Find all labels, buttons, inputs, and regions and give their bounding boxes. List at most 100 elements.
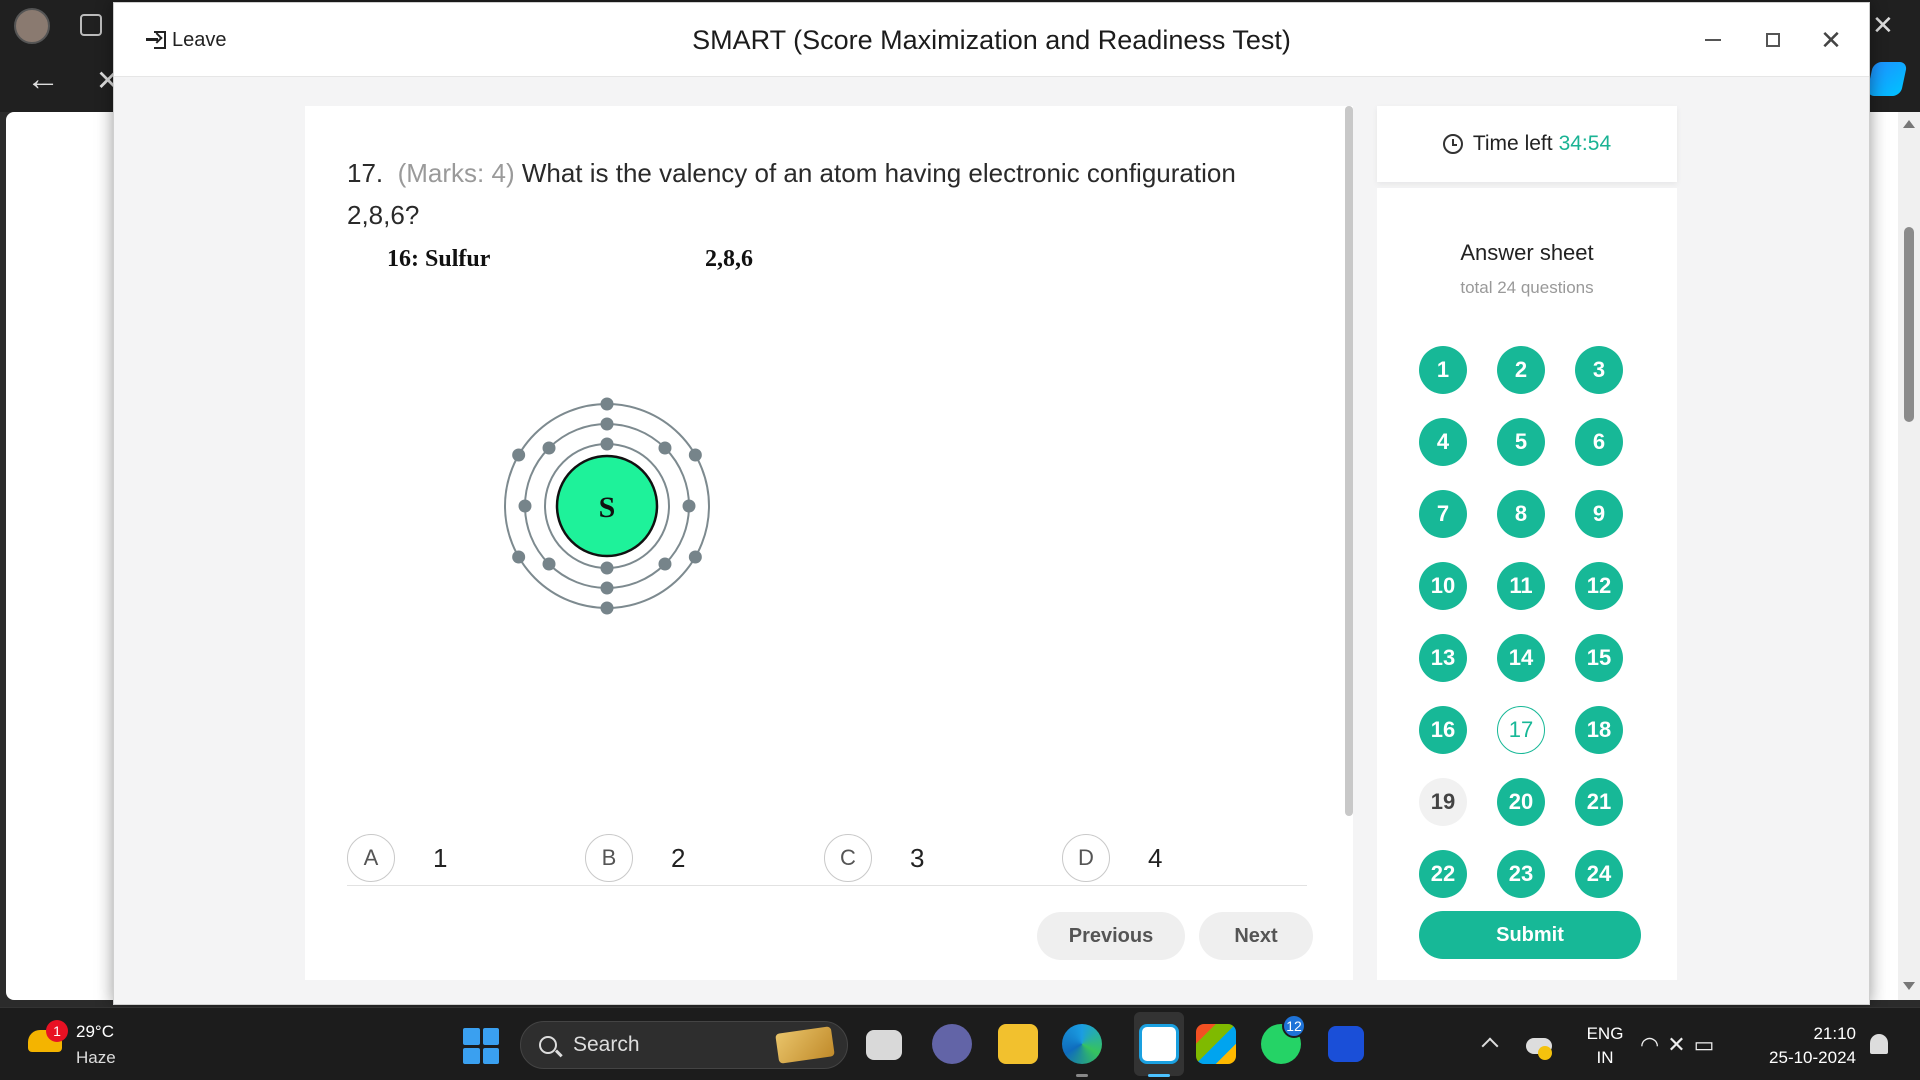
- option-value[interactable]: 2: [671, 843, 685, 874]
- search-label: Search: [573, 1033, 640, 1056]
- question-scrollbar-thumb[interactable]: [1345, 106, 1353, 816]
- profile-avatar[interactable]: [14, 8, 50, 44]
- notification-bell-icon[interactable]: [1870, 1034, 1888, 1054]
- question-bubble-2[interactable]: 2: [1497, 346, 1545, 394]
- background-page-right: [1868, 112, 1898, 1000]
- question-bubble-1[interactable]: 1: [1419, 346, 1467, 394]
- question-bubble-5[interactable]: 5: [1497, 418, 1545, 466]
- question-bubble-8[interactable]: 8: [1497, 490, 1545, 538]
- option-b[interactable]: B 2: [585, 834, 685, 882]
- browser-scrollbar[interactable]: [1898, 112, 1920, 1000]
- electron: [600, 417, 614, 431]
- previous-button[interactable]: Previous: [1037, 912, 1185, 960]
- weather-description[interactable]: Haze: [76, 1048, 116, 1068]
- wifi-icon[interactable]: ◠: [1640, 1032, 1667, 1057]
- minimize-button[interactable]: [1700, 27, 1726, 53]
- option-letter[interactable]: D: [1062, 834, 1110, 882]
- timer-card: Time left 34:54: [1377, 106, 1677, 182]
- question-bubble-22[interactable]: 22: [1419, 850, 1467, 898]
- question-bubble-15[interactable]: 15: [1575, 634, 1623, 682]
- electron: [688, 550, 702, 564]
- minimize-icon: [1705, 39, 1721, 41]
- windows-start-icon[interactable]: [463, 1028, 499, 1064]
- next-button[interactable]: Next: [1199, 912, 1313, 960]
- option-letter[interactable]: B: [585, 834, 633, 882]
- edge-running-indicator: [1076, 1074, 1088, 1077]
- electron: [542, 557, 556, 571]
- back-arrow-icon[interactable]: ←: [26, 62, 60, 96]
- electron: [600, 397, 614, 411]
- option-d[interactable]: D 4: [1062, 834, 1162, 882]
- question-bubble-3[interactable]: 3: [1575, 346, 1623, 394]
- teams-icon[interactable]: [932, 1024, 972, 1064]
- scroll-up-icon[interactable]: [1903, 120, 1915, 128]
- language-indicator[interactable]: ENG IN: [1580, 1022, 1630, 1070]
- question-bubble-20[interactable]: 20: [1497, 778, 1545, 826]
- submit-button[interactable]: Submit: [1419, 911, 1641, 959]
- question-bubble-14[interactable]: 14: [1497, 634, 1545, 682]
- timer-value: 34:54: [1558, 132, 1612, 155]
- file-explorer-icon[interactable]: [998, 1024, 1038, 1064]
- question-bubble-24[interactable]: 24: [1575, 850, 1623, 898]
- volume-muted-icon[interactable]: ✕: [1667, 1032, 1693, 1057]
- taskbar-clock[interactable]: 21:10 25-10-2024: [1750, 1022, 1856, 1070]
- question-bubble-11[interactable]: 11: [1497, 562, 1545, 610]
- question-bubble-16[interactable]: 16: [1419, 706, 1467, 754]
- question-bubble-12[interactable]: 12: [1575, 562, 1623, 610]
- electron: [600, 437, 614, 451]
- whatsapp-badge: 12: [1282, 1014, 1306, 1038]
- question-bubble-21[interactable]: 21: [1575, 778, 1623, 826]
- region-code: IN: [1596, 1048, 1614, 1067]
- question-bubble-4[interactable]: 4: [1419, 418, 1467, 466]
- battery-icon[interactable]: ▭: [1694, 1032, 1723, 1057]
- question-bubble-9[interactable]: 9: [1575, 490, 1623, 538]
- option-value[interactable]: 4: [1148, 843, 1162, 874]
- element-label: 16: Sulfur: [387, 246, 491, 272]
- question-bubble-10[interactable]: 10: [1419, 562, 1467, 610]
- option-letter[interactable]: C: [824, 834, 872, 882]
- scrollbar-thumb[interactable]: [1904, 227, 1914, 422]
- option-c[interactable]: C 3: [824, 834, 924, 882]
- scroll-down-icon[interactable]: [1903, 982, 1915, 990]
- oda-class-icon[interactable]: [1139, 1024, 1179, 1064]
- blue-app-icon[interactable]: [1328, 1026, 1364, 1062]
- question-bubble-13[interactable]: 13: [1419, 634, 1467, 682]
- question-number: 17.: [347, 158, 384, 188]
- show-hidden-icons-chevron[interactable]: [1481, 1037, 1499, 1055]
- configuration-label: 2,8,6: [705, 246, 753, 272]
- question-bubble-7[interactable]: 7: [1419, 490, 1467, 538]
- option-value[interactable]: 1: [433, 843, 447, 874]
- task-view-icon[interactable]: [866, 1030, 902, 1060]
- system-tray-icons[interactable]: ◠✕▭: [1640, 1032, 1722, 1058]
- answer-sheet-title: Answer sheet: [1460, 240, 1594, 265]
- question-text-block: 17. (Marks: 4) What is the valency of an…: [347, 152, 1287, 236]
- clock-time: 21:10: [1813, 1024, 1856, 1043]
- microsoft-store-icon[interactable]: [1196, 1024, 1236, 1064]
- electron: [518, 499, 532, 513]
- taskbar: 1 29°C Haze Search 12 ENG IN ◠✕▭ 21:10 2…: [0, 1007, 1920, 1080]
- question-bubble-23[interactable]: 23: [1497, 850, 1545, 898]
- weather-badge: 1: [46, 1020, 68, 1042]
- close-button[interactable]: ✕: [1818, 24, 1844, 55]
- search-icon: [539, 1036, 557, 1054]
- option-value[interactable]: 3: [910, 843, 924, 874]
- browser-close-icon[interactable]: ✕: [1872, 10, 1894, 41]
- question-bubble-6[interactable]: 6: [1575, 418, 1623, 466]
- answer-sheet: Answer sheet total 24 questions 12345678…: [1377, 188, 1677, 980]
- leave-button[interactable]: Leave: [146, 25, 227, 55]
- question-bubble-18[interactable]: 18: [1575, 706, 1623, 754]
- edge-icon[interactable]: [1062, 1024, 1102, 1064]
- electron: [682, 499, 696, 513]
- question-marks: (Marks: 4): [397, 158, 515, 188]
- question-bubble-19[interactable]: 19: [1419, 778, 1467, 826]
- tab-actions-icon[interactable]: [80, 14, 102, 36]
- maximize-button[interactable]: [1760, 27, 1786, 53]
- taskbar-search[interactable]: Search: [520, 1021, 848, 1069]
- question-scrollbar[interactable]: [1345, 106, 1353, 816]
- option-a[interactable]: A 1: [347, 834, 447, 882]
- weather-temperature[interactable]: 29°C: [76, 1022, 114, 1042]
- question-bubble-17[interactable]: 17: [1497, 706, 1545, 754]
- atom-diagram: S: [504, 397, 710, 615]
- option-letter[interactable]: A: [347, 834, 395, 882]
- close-icon: ✕: [1820, 24, 1842, 55]
